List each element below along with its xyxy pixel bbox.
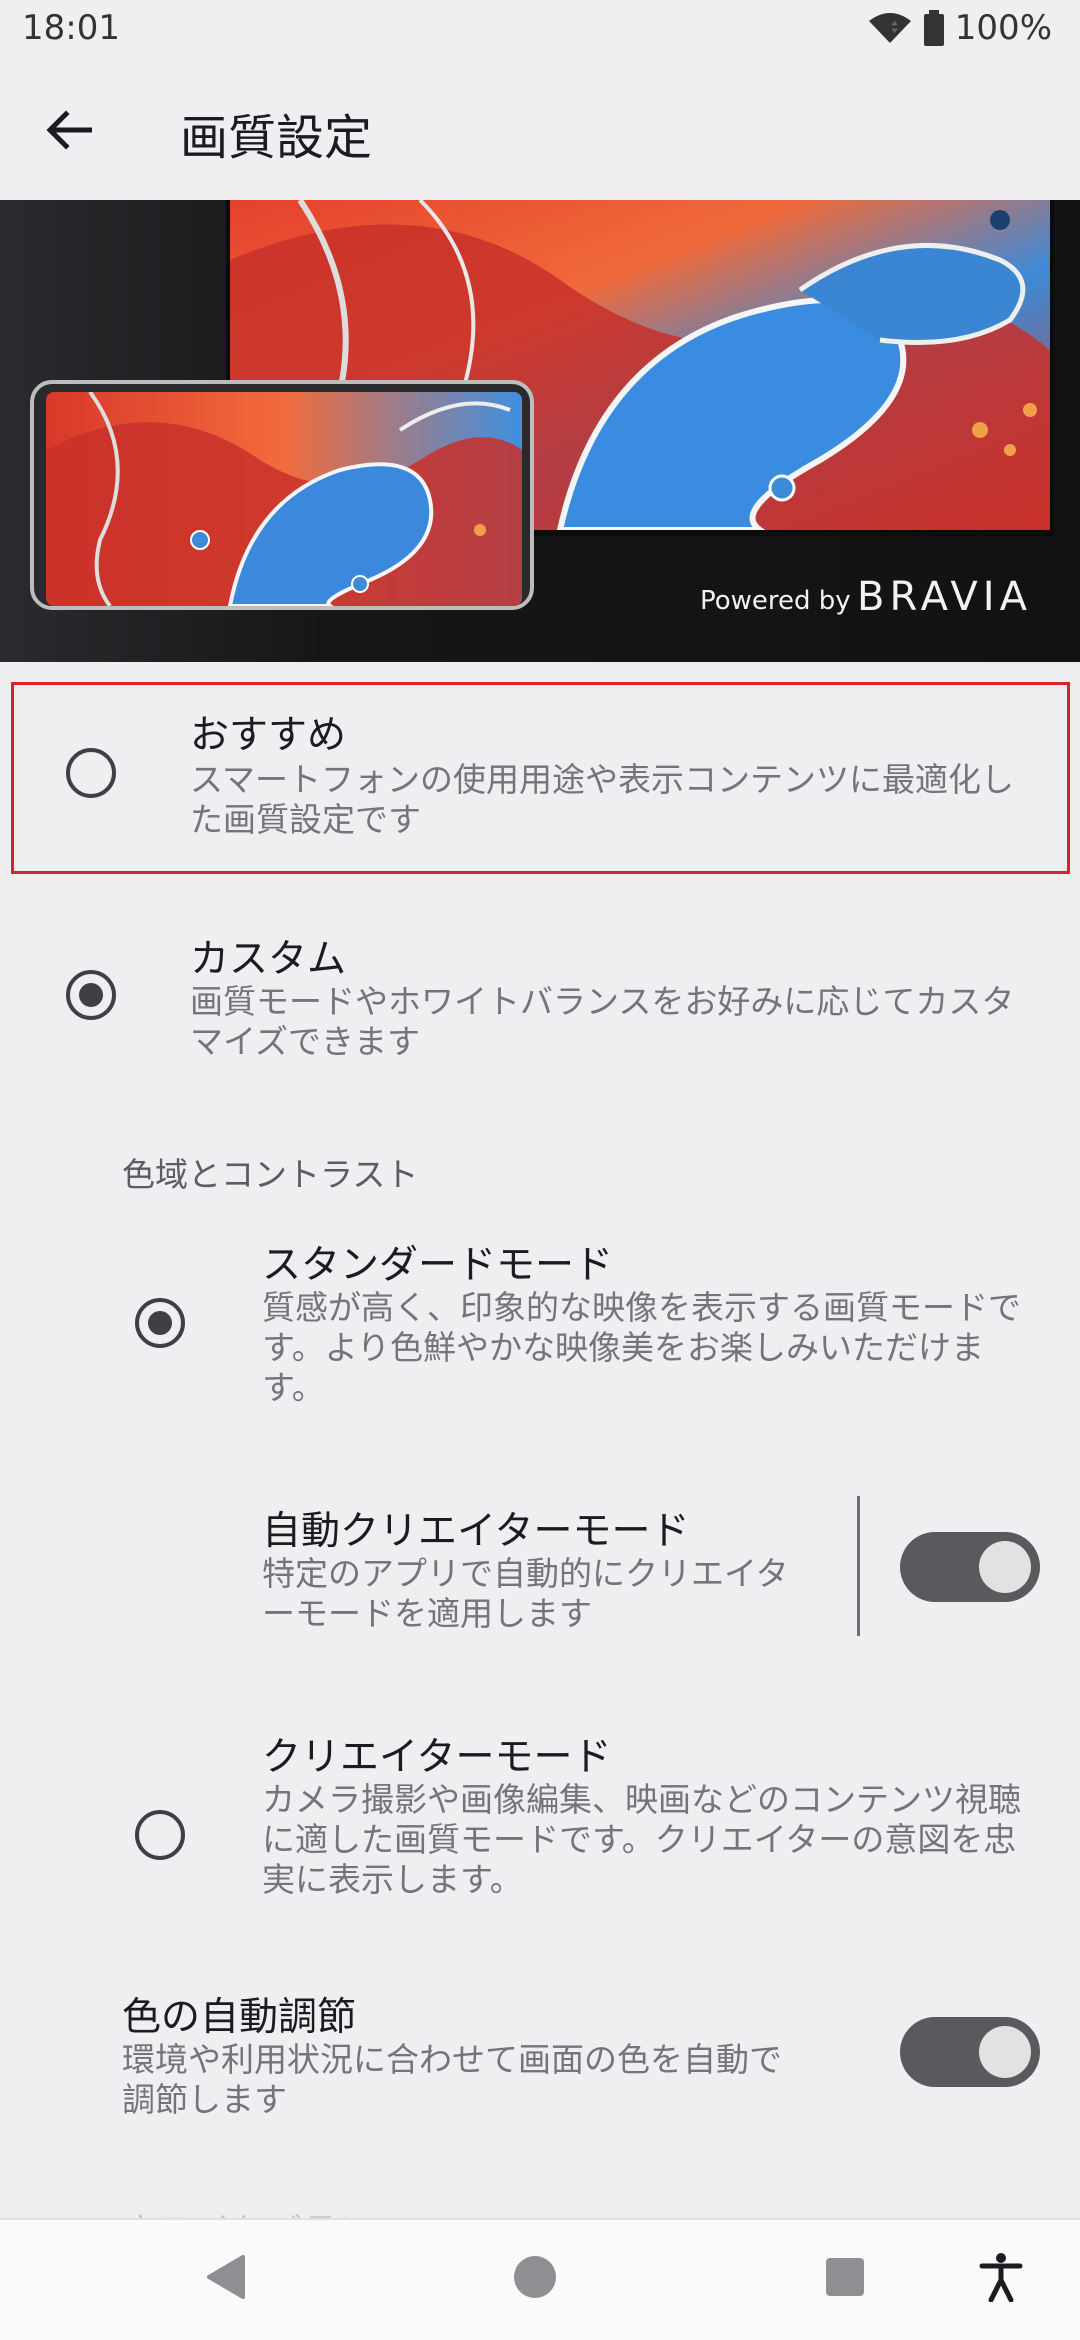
nav-back-icon xyxy=(207,2255,245,2299)
option-recommended-summary: スマートフォンの使用用途や表示コンテンツに最適化した画質設定です xyxy=(190,760,1015,839)
battery-percent: 100% xyxy=(954,8,1052,48)
nav-home-button[interactable] xyxy=(500,2242,570,2312)
radio-custom[interactable] xyxy=(66,970,116,1020)
app-bar: 画質設定 xyxy=(0,60,1080,200)
toggle-knob xyxy=(979,2026,1031,2078)
bravia-logo: BRAVIA xyxy=(857,574,1032,620)
nav-back-button[interactable] xyxy=(190,2242,260,2312)
vertical-divider xyxy=(857,1496,860,1636)
option-recommended[interactable]: おすすめ スマートフォンの使用用途や表示コンテンツに最適化した画質設定です xyxy=(0,682,1080,874)
auto-color-title: 色の自動調節 xyxy=(122,1995,357,2040)
option-recommended-title: おすすめ xyxy=(190,713,347,758)
battery-icon xyxy=(923,10,944,46)
back-button[interactable] xyxy=(34,95,104,165)
accessibility-icon xyxy=(979,2253,1023,2302)
page-title: 画質設定 xyxy=(180,110,373,166)
option-custom[interactable]: カスタム 画質モードやホワイトバランスをお好みに応じてカスタマイズできます xyxy=(0,910,1080,1080)
mode-creator[interactable]: クリエイターモード カメラ撮影や画像編集、映画などのコンテンツ視聴に適した画質モ… xyxy=(0,1716,1080,1926)
mode-standard[interactable]: スタンダードモード 質感が高く、印象的な映像を表示する画質モードです。より色鮮や… xyxy=(0,1220,1080,1430)
radio-standard-mode[interactable] xyxy=(135,1298,185,1348)
mode-creator-summary: カメラ撮影や画像編集、映画などのコンテンツ視聴に適した画質モードです。クリエイタ… xyxy=(262,1780,1021,1899)
option-custom-summary: 画質モードやホワイトバランスをお好みに応じてカスタマイズできます xyxy=(190,982,1015,1061)
status-bar: 18:01 100% xyxy=(0,0,1080,60)
navigation-bar xyxy=(0,2218,1080,2340)
arrow-back-icon xyxy=(46,110,92,150)
nav-recents-button[interactable] xyxy=(810,2242,880,2312)
status-icons: 100% xyxy=(867,8,1052,48)
mode-creator-title: クリエイターモード xyxy=(262,1735,612,1780)
toggle-auto-color[interactable] xyxy=(900,2017,1040,2087)
toggle-auto-creator[interactable] xyxy=(900,1532,1040,1602)
nav-recents-icon xyxy=(826,2258,864,2296)
toggle-knob xyxy=(979,1541,1031,1593)
mode-standard-title: スタンダードモード xyxy=(262,1243,614,1288)
option-custom-title: カスタム xyxy=(190,937,347,982)
auto-color-summary: 環境や利用状況に合わせて画面の色を自動で調節します xyxy=(122,2040,782,2119)
accessibility-button[interactable] xyxy=(966,2242,1036,2312)
mode-auto-creator-summary: 特定のアプリで自動的にクリエイターモードを適用します xyxy=(262,1554,789,1633)
status-time: 18:01 xyxy=(22,8,120,48)
section-header-gamut: 色域とコントラスト xyxy=(122,1155,419,1194)
wifi-icon xyxy=(868,13,911,43)
mode-standard-summary: 質感が高く、印象的な映像を表示する画質モードです。より色鮮やかな映像美をお楽しみ… xyxy=(262,1288,1021,1407)
nav-home-icon xyxy=(514,2256,556,2298)
hero-banner: Powered by BRAVIA xyxy=(0,200,1080,662)
mode-auto-creator-title: 自動クリエイターモード xyxy=(262,1509,690,1554)
radio-recommended[interactable] xyxy=(66,748,116,798)
powered-by-label: Powered by xyxy=(700,586,851,616)
radio-creator-mode[interactable] xyxy=(135,1810,185,1860)
